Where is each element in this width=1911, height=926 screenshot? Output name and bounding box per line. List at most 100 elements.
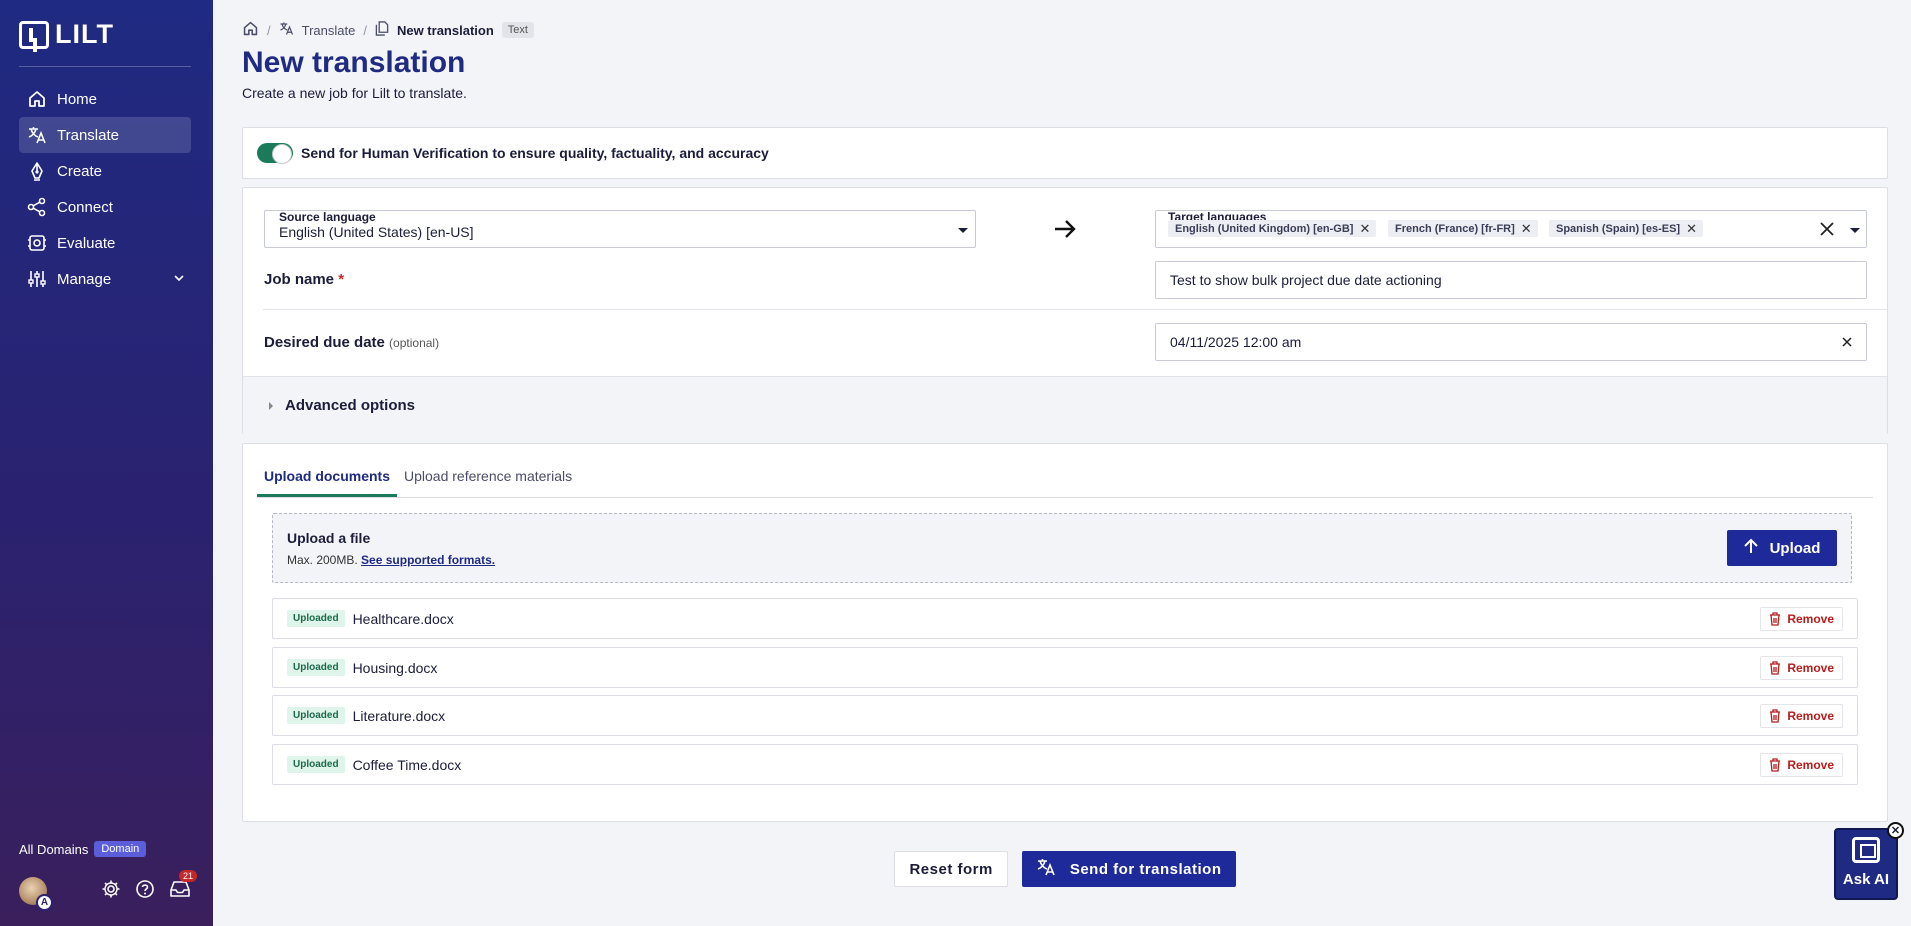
domain-label: All Domains [19,841,89,857]
tab-upload-reference-materials[interactable]: Upload reference materials [397,458,579,497]
dropzone-subtitle: Max. 200MB. See supported formats. [287,553,495,567]
help-icon[interactable] [135,879,155,904]
trash-icon [1770,708,1781,723]
job-name-input[interactable]: Test to show bulk project due date actio… [1155,261,1867,299]
upload-tabs: Upload documents Upload reference materi… [257,458,1873,498]
breadcrumb-separator: / [363,22,367,38]
reset-form-button[interactable]: Reset form [894,851,1008,887]
advanced-options-label: Advanced options [285,397,416,414]
file-name: Literature.docx [352,707,446,724]
home-icon[interactable] [242,20,259,40]
remove-button[interactable]: Remove [1760,606,1843,631]
target-language-chip: English (United Kingdom) [en-GB] ✕ [1168,220,1377,237]
clear-all-icon[interactable] [1818,220,1836,243]
arrow-up-icon [1743,538,1758,558]
sidebar-item-translate[interactable]: Translate [19,117,191,153]
uploaded-badge: Uploaded [287,707,345,724]
due-date-input[interactable]: 04/11/2025 12:00 am [1155,323,1867,361]
human-verification-label: Send for Human Verification to ensure qu… [301,145,769,161]
sidebar: LILT Home Translate Create Connect Evalu… [0,0,213,926]
avatar[interactable]: A [19,877,53,911]
uploaded-badge: Uploaded [287,756,345,773]
remove-button[interactable]: Remove [1760,752,1843,777]
remove-button[interactable]: Remove [1760,703,1843,728]
chip-close-icon[interactable]: ✕ [1521,221,1532,237]
human-verification-toggle[interactable] [257,143,293,164]
logo-text: LILT [55,19,114,49]
job-name-label-text: Job name [264,271,335,288]
sidebar-footer-icons: 21 [101,869,197,904]
form-actions: Reset form Send for translation [242,851,1888,887]
target-languages-select[interactable]: Target languages English (United Kingdom… [1155,210,1867,248]
human-verification-card: Send for Human Verification to ensure qu… [242,127,1888,179]
trash-icon [1770,757,1781,772]
file-name: Coffee Time.docx [352,756,462,773]
chip-close-icon[interactable]: ✕ [1359,221,1370,237]
page-title: New translation [242,46,466,79]
supported-formats-link[interactable]: See supported formats. [361,553,495,567]
sidebar-item-label: Evaluate [57,234,116,252]
sidebar-item-label: Translate [57,126,119,144]
source-language-value: English (United States) [en-US] [279,224,474,240]
sidebar-nav: Home Translate Create Connect Evaluate M… [19,81,191,297]
upload-button-label: Upload [1769,539,1821,557]
upload-button[interactable]: Upload [1727,530,1837,566]
avatar-badge: A [36,894,53,911]
sidebar-item-manage[interactable]: Manage [19,261,191,297]
sidebar-item-label: Create [57,162,103,180]
domain-badge: Domain [94,841,147,857]
remove-button[interactable]: Remove [1760,655,1843,680]
sidebar-item-connect[interactable]: Connect [19,189,191,225]
trash-icon [1770,660,1781,675]
tab-upload-documents[interactable]: Upload documents [257,458,398,497]
home-icon [27,89,47,109]
file-row: Uploaded Housing.docx Remove [272,647,1858,688]
send-for-translation-button[interactable]: Send for translation [1021,851,1236,887]
file-name: Housing.docx [352,659,438,676]
target-language-chip: Spanish (Spain) [es-ES] ✕ [1549,220,1703,237]
evaluate-icon [27,233,47,253]
gear-icon[interactable] [101,879,121,904]
breadcrumb-translate[interactable]: Translate [302,23,356,38]
translate-icon [1036,857,1056,881]
sidebar-item-create[interactable]: Create [19,153,191,189]
breadcrumb-separator: / [267,22,271,38]
sidebar-item-evaluate[interactable]: Evaluate [19,225,191,261]
trash-icon [1770,611,1781,626]
page-subtitle: Create a new job for Lilt to translate. [242,85,467,101]
lilt-logo-icon [19,20,49,49]
dropzone-title: Upload a file [287,530,371,546]
lilt-logo[interactable]: LILT [19,19,114,50]
caret-down-icon [958,228,968,233]
advanced-options-toggle[interactable]: Advanced options [243,376,1887,434]
chip-label: Spanish (Spain) [es-ES] [1556,222,1681,235]
dropzone-max-size: Max. 200MB. [287,553,358,567]
ask-ai-button[interactable]: Ask AI [1834,828,1898,900]
source-language-select[interactable]: Source language English (United States) … [264,210,976,248]
sidebar-footer: A 21 [19,869,197,911]
file-dropzone[interactable]: Upload a file Max. 200MB. See supported … [272,513,1852,583]
sidebar-item-label: Manage [57,270,112,288]
optional-hint: (optional) [389,336,440,350]
caret-down-icon[interactable] [1850,228,1860,233]
target-language-chip: French (France) [fr-FR] ✕ [1388,220,1538,237]
remove-label: Remove [1787,611,1834,626]
clear-date-icon[interactable] [1842,334,1852,350]
job-name-label: Job name * [264,271,344,288]
inbox-icon[interactable]: 21 [169,869,197,904]
close-icon[interactable]: ✕ [1887,822,1904,839]
sidebar-item-home[interactable]: Home [19,81,191,117]
chip-close-icon[interactable]: ✕ [1686,221,1697,237]
due-date-value: 04/11/2025 12:00 am [1170,334,1302,350]
domain-selector[interactable]: All Domains Domain [19,841,147,857]
breadcrumb: / Translate / New translation Text [242,20,534,40]
sidebar-item-label: Connect [57,198,113,216]
remove-label: Remove [1787,660,1834,675]
sliders-icon [27,269,47,289]
notification-count: 21 [178,869,197,882]
translate-icon [279,21,294,39]
due-date-label-text: Desired due date [264,334,385,351]
due-date-label: Desired due date (optional) [264,334,439,351]
chevron-down-icon[interactable] [173,271,185,288]
send-button-label: Send for translation [1069,860,1222,878]
